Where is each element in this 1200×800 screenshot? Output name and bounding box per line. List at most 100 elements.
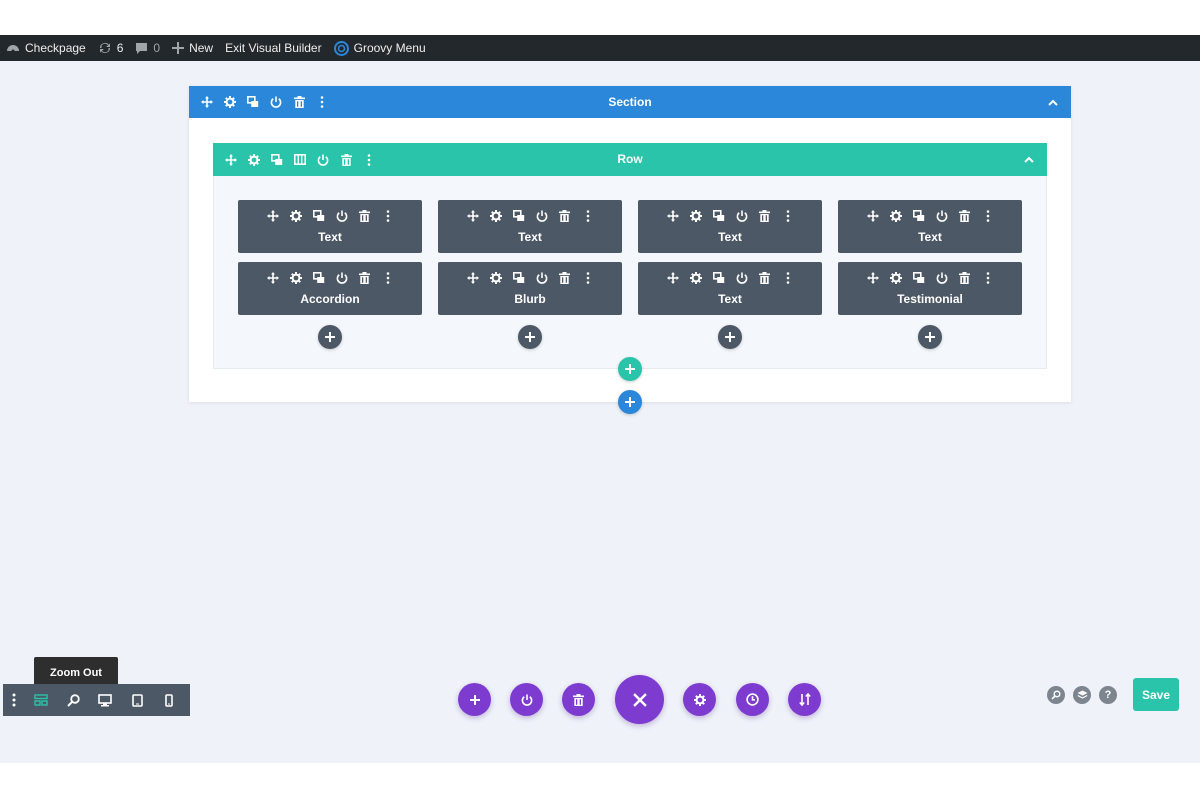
move-icon[interactable]	[264, 270, 282, 286]
more-icon[interactable]	[779, 270, 797, 286]
duplicate-icon[interactable]	[269, 152, 285, 168]
add-module-button[interactable]	[318, 325, 342, 349]
close-button[interactable]	[615, 675, 664, 724]
power-button[interactable]	[510, 683, 543, 716]
search-button[interactable]	[1047, 686, 1065, 704]
trash-icon[interactable]	[756, 208, 774, 224]
trash-icon[interactable]	[356, 270, 374, 286]
duplicate-icon[interactable]	[510, 208, 528, 224]
module-text[interactable]: Text	[438, 200, 622, 253]
add-row-button[interactable]	[618, 357, 642, 381]
move-icon[interactable]	[464, 270, 482, 286]
trash-icon[interactable]	[338, 152, 354, 168]
move-icon[interactable]	[664, 208, 682, 224]
trash-icon[interactable]	[291, 94, 307, 110]
more-icon[interactable]	[361, 152, 377, 168]
more-icon[interactable]	[314, 94, 330, 110]
trash-icon[interactable]	[956, 208, 974, 224]
settings-button[interactable]	[683, 683, 716, 716]
add-module-button[interactable]	[718, 325, 742, 349]
trash-icon[interactable]	[756, 270, 774, 286]
trash-icon[interactable]	[956, 270, 974, 286]
duplicate-icon[interactable]	[910, 270, 928, 286]
desktop-view-icon[interactable]	[89, 684, 121, 716]
move-icon[interactable]	[264, 208, 282, 224]
layers-button[interactable]	[1073, 686, 1091, 704]
zoom-icon[interactable]	[57, 684, 89, 716]
module-text[interactable]: Text	[838, 200, 1022, 253]
move-icon[interactable]	[464, 208, 482, 224]
power-icon[interactable]	[315, 152, 331, 168]
wireframe-view-icon[interactable]	[25, 684, 57, 716]
phone-view-icon[interactable]	[153, 684, 185, 716]
save-button[interactable]: Save	[1133, 678, 1179, 711]
row-header[interactable]: Row	[213, 143, 1047, 176]
gear-icon[interactable]	[246, 152, 262, 168]
module-text[interactable]: Text	[638, 200, 822, 253]
add-module-button[interactable]	[918, 325, 942, 349]
duplicate-icon[interactable]	[710, 270, 728, 286]
power-icon[interactable]	[933, 208, 951, 224]
more-icon[interactable]	[579, 270, 597, 286]
gear-icon[interactable]	[687, 208, 705, 224]
trash-button[interactable]	[562, 683, 595, 716]
exit-visual-builder-link[interactable]: Exit Visual Builder	[219, 35, 328, 61]
section-header[interactable]: Section	[189, 86, 1071, 118]
power-icon[interactable]	[533, 208, 551, 224]
gear-icon[interactable]	[887, 208, 905, 224]
admin-bar-site[interactable]: Checkpage	[0, 35, 92, 61]
add-section-button[interactable]	[618, 390, 642, 414]
admin-bar-updates[interactable]: 6	[92, 35, 130, 61]
power-icon[interactable]	[733, 208, 751, 224]
gear-icon[interactable]	[287, 208, 305, 224]
more-icon[interactable]	[579, 208, 597, 224]
row-collapse-icon[interactable]	[1021, 143, 1037, 176]
duplicate-icon[interactable]	[910, 208, 928, 224]
move-icon[interactable]	[864, 270, 882, 286]
more-icon[interactable]	[3, 684, 25, 716]
power-icon[interactable]	[268, 94, 284, 110]
gear-icon[interactable]	[487, 270, 505, 286]
columns-icon[interactable]	[292, 152, 308, 168]
move-icon[interactable]	[199, 94, 215, 110]
duplicate-icon[interactable]	[510, 270, 528, 286]
trash-icon[interactable]	[556, 208, 574, 224]
power-icon[interactable]	[733, 270, 751, 286]
gear-icon[interactable]	[887, 270, 905, 286]
module-text[interactable]: Text	[638, 262, 822, 315]
duplicate-icon[interactable]	[310, 208, 328, 224]
gear-icon[interactable]	[222, 94, 238, 110]
gear-icon[interactable]	[687, 270, 705, 286]
more-icon[interactable]	[979, 208, 997, 224]
section-collapse-icon[interactable]	[1045, 86, 1061, 118]
power-icon[interactable]	[333, 208, 351, 224]
add-module-button[interactable]	[518, 325, 542, 349]
admin-bar-comments[interactable]: 0	[129, 35, 166, 61]
module-accordion[interactable]: Accordion	[238, 262, 422, 315]
admin-bar-groovy-menu[interactable]: Groovy Menu	[328, 35, 432, 61]
trash-icon[interactable]	[356, 208, 374, 224]
module-text[interactable]: Text	[238, 200, 422, 253]
move-icon[interactable]	[864, 208, 882, 224]
power-icon[interactable]	[533, 270, 551, 286]
duplicate-icon[interactable]	[710, 208, 728, 224]
gear-icon[interactable]	[287, 270, 305, 286]
history-button[interactable]	[736, 683, 769, 716]
trash-icon[interactable]	[556, 270, 574, 286]
move-icon[interactable]	[223, 152, 239, 168]
more-icon[interactable]	[379, 270, 397, 286]
help-button[interactable]: ?	[1099, 686, 1117, 704]
module-blurb[interactable]: Blurb	[438, 262, 622, 315]
duplicate-icon[interactable]	[245, 94, 261, 110]
admin-bar-new[interactable]: New	[166, 35, 219, 61]
more-icon[interactable]	[979, 270, 997, 286]
more-icon[interactable]	[779, 208, 797, 224]
duplicate-icon[interactable]	[310, 270, 328, 286]
module-testimonial[interactable]: Testimonial	[838, 262, 1022, 315]
gear-icon[interactable]	[487, 208, 505, 224]
power-icon[interactable]	[333, 270, 351, 286]
power-icon[interactable]	[933, 270, 951, 286]
tablet-view-icon[interactable]	[121, 684, 153, 716]
more-icon[interactable]	[379, 208, 397, 224]
portability-button[interactable]	[788, 683, 821, 716]
